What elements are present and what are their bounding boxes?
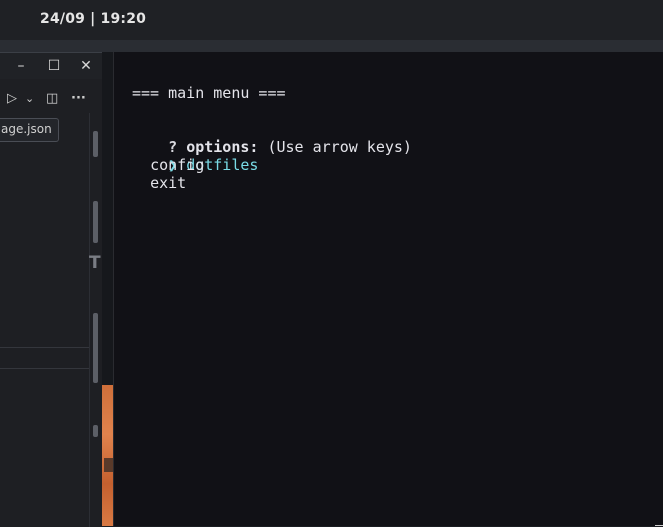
menu-item-config[interactable]: config: [132, 156, 204, 174]
menu-item-exit[interactable]: exit: [132, 174, 186, 192]
clock: 24/09 | 19:20: [40, 11, 147, 27]
panel-label: T: [89, 253, 101, 273]
file-tooltip: age.json: [0, 118, 59, 142]
scrollbar-marker: [93, 201, 98, 243]
resize-handle[interactable]: [655, 517, 663, 526]
minimize-button[interactable]: –: [11, 56, 31, 76]
menu-item-label: config: [150, 156, 205, 174]
wallpaper-detail: [104, 458, 113, 472]
scrollbar-marker: [93, 313, 98, 383]
desktop-gap: [0, 40, 663, 52]
split-editor-icon[interactable]: ◫: [46, 89, 58, 109]
prompt-hint: (Use arrow keys): [267, 138, 412, 156]
editor-titlebar: – ☐ ✕: [0, 53, 102, 79]
menu-header: === main menu ===: [132, 84, 286, 102]
panel-divider: [0, 347, 89, 348]
more-actions-icon[interactable]: ···: [71, 89, 86, 109]
maximize-button[interactable]: ☐: [44, 56, 64, 76]
editor-divider: [89, 113, 90, 527]
close-button[interactable]: ✕: [76, 56, 96, 76]
scrollbar-thumb[interactable]: [93, 131, 98, 157]
terminal-window[interactable]: === main menu === ? options: (Use arrow …: [113, 52, 663, 526]
editor-toolbar: ▷ ⌄ ◫ ···: [0, 87, 102, 111]
menu-item-label: exit: [150, 174, 187, 192]
top-bar: 24/09 | 19:20: [0, 0, 663, 40]
chevron-down-icon[interactable]: ⌄: [25, 89, 34, 109]
scrollbar-marker: [93, 425, 98, 437]
desktop-gap: [102, 52, 113, 385]
wallpaper: [102, 385, 113, 526]
editor-window: – ☐ ✕ ▷ ⌄ ◫ ··· age.json T: [0, 52, 102, 527]
panel-divider: [0, 368, 89, 369]
run-icon[interactable]: ▷: [7, 89, 17, 109]
